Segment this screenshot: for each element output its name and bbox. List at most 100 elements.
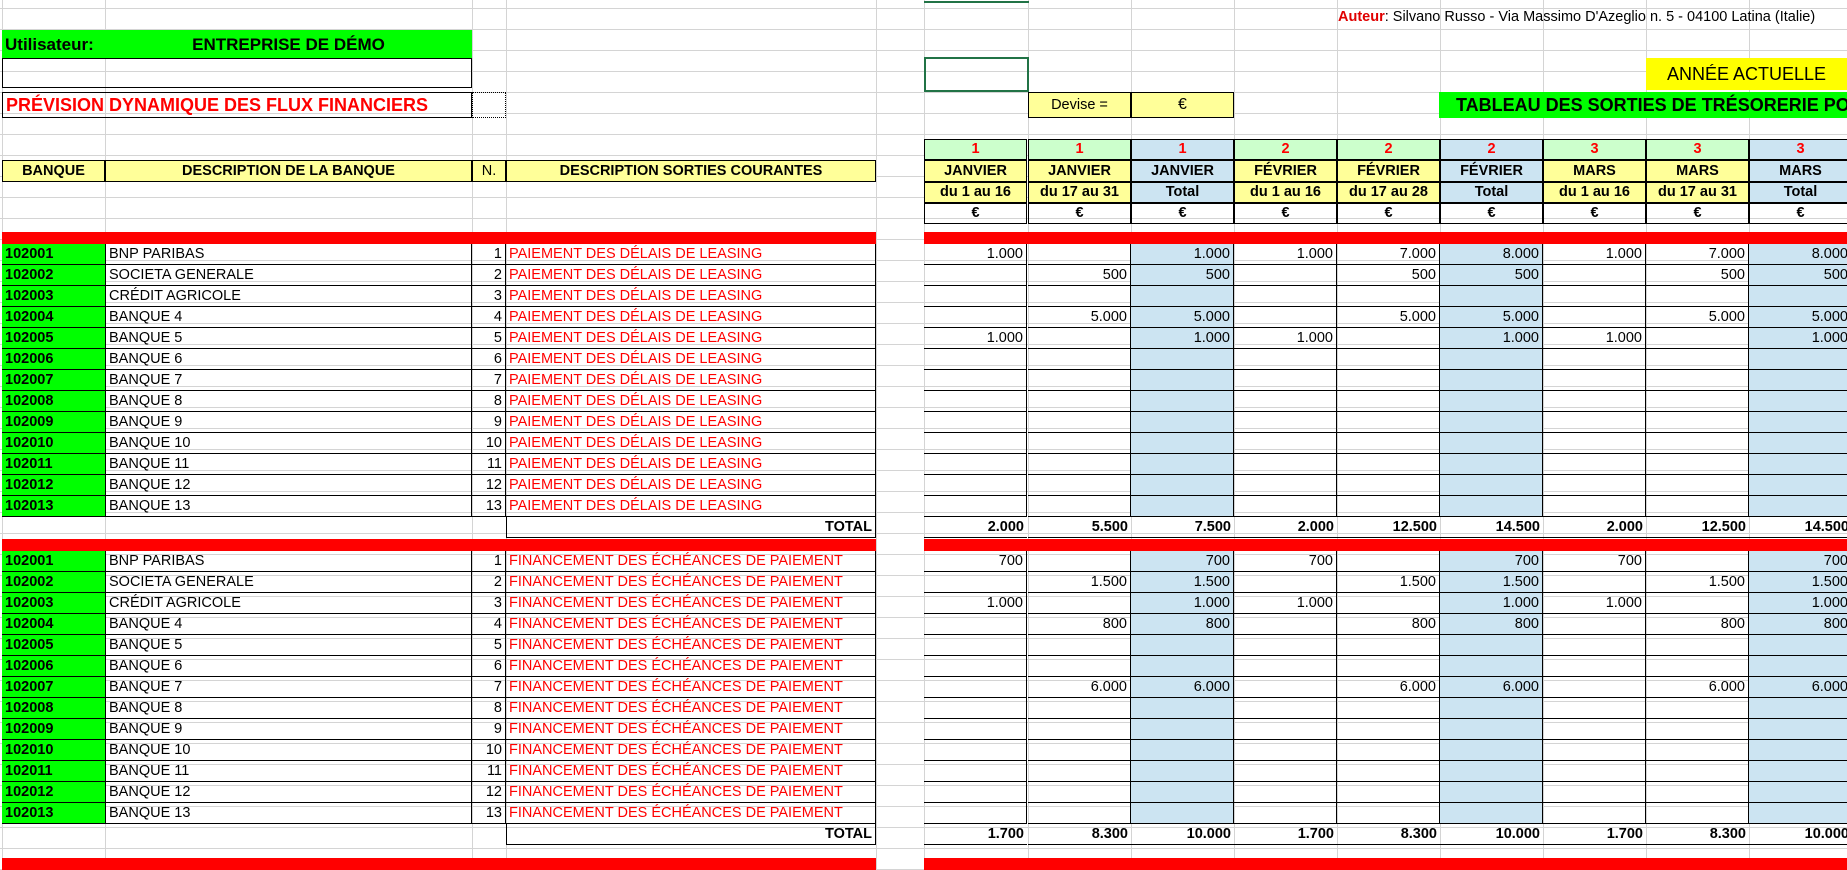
bank-code[interactable]: 102002 (2, 265, 105, 286)
bank-code[interactable]: 102013 (2, 803, 105, 824)
value-cell[interactable] (1440, 740, 1543, 761)
value-cell[interactable] (1543, 412, 1646, 433)
outflow-description[interactable]: FINANCEMENT DES ÉCHÉANCES DE PAIEMENT (506, 551, 876, 572)
outflow-description[interactable]: FINANCEMENT DES ÉCHÉANCES DE PAIEMENT (506, 572, 876, 593)
value-cell[interactable] (1440, 433, 1543, 454)
value-cell[interactable] (1337, 370, 1440, 391)
bank-name[interactable]: BANQUE 4 (105, 614, 472, 635)
value-cell[interactable]: 1.500 (1131, 572, 1234, 593)
value-cell[interactable]: 6.000 (1646, 677, 1749, 698)
section-total-value[interactable]: 14.500 (1749, 517, 1847, 538)
section-total-value[interactable]: 1.700 (1234, 824, 1337, 845)
value-cell[interactable] (924, 475, 1027, 496)
section-total-value[interactable]: 8.300 (1028, 824, 1131, 845)
row-number[interactable]: 11 (472, 454, 506, 475)
currency-symbol-cell[interactable]: € (1131, 92, 1234, 118)
value-cell[interactable] (924, 307, 1027, 328)
row-number[interactable]: 2 (472, 572, 506, 593)
company-name-cell[interactable]: ENTREPRISE DE DÉMO (105, 30, 472, 58)
value-cell[interactable] (1028, 475, 1131, 496)
value-cell[interactable] (1646, 551, 1749, 572)
bank-name[interactable]: CRÉDIT AGRICOLE (105, 286, 472, 307)
value-cell[interactable] (1543, 803, 1646, 824)
value-cell[interactable]: 1.000 (1131, 593, 1234, 614)
value-cell[interactable] (1543, 614, 1646, 635)
section-total-value[interactable]: 1.700 (1543, 824, 1646, 845)
row-number[interactable]: 4 (472, 614, 506, 635)
value-cell[interactable] (1337, 475, 1440, 496)
value-cell[interactable] (1749, 698, 1847, 719)
bank-name[interactable]: BANQUE 13 (105, 496, 472, 517)
section-total-value[interactable]: 14.500 (1440, 517, 1543, 538)
value-cell[interactable] (1749, 656, 1847, 677)
value-cell[interactable]: 1.500 (1337, 572, 1440, 593)
value-cell[interactable] (1440, 454, 1543, 475)
value-cell[interactable]: 5.000 (1749, 307, 1847, 328)
dotted-cell[interactable] (472, 92, 506, 118)
value-cell[interactable] (1749, 740, 1847, 761)
row-number[interactable]: 10 (472, 740, 506, 761)
bank-name[interactable]: BANQUE 11 (105, 761, 472, 782)
outflow-description[interactable]: PAIEMENT DES DÉLAIS DE LEASING (506, 496, 876, 517)
bank-code[interactable]: 102005 (2, 328, 105, 349)
outflow-description[interactable]: FINANCEMENT DES ÉCHÉANCES DE PAIEMENT (506, 677, 876, 698)
value-cell[interactable]: 1.000 (1749, 328, 1847, 349)
row-number[interactable]: 2 (472, 265, 506, 286)
bank-code[interactable]: 102004 (2, 307, 105, 328)
value-cell[interactable] (1749, 635, 1847, 656)
value-cell[interactable] (1749, 719, 1847, 740)
value-cell[interactable] (1543, 496, 1646, 517)
outflow-description[interactable]: FINANCEMENT DES ÉCHÉANCES DE PAIEMENT (506, 593, 876, 614)
value-cell[interactable] (1131, 656, 1234, 677)
value-cell[interactable] (1028, 719, 1131, 740)
value-cell[interactable]: 1.000 (1131, 328, 1234, 349)
outflow-description[interactable]: PAIEMENT DES DÉLAIS DE LEASING (506, 370, 876, 391)
bank-code[interactable]: 102013 (2, 496, 105, 517)
value-cell[interactable] (1543, 677, 1646, 698)
value-cell[interactable] (1440, 635, 1543, 656)
current-year-cell[interactable]: ANNÉE ACTUELLE (1646, 58, 1847, 90)
value-cell[interactable] (924, 433, 1027, 454)
section-total-value[interactable]: 2.000 (924, 517, 1027, 538)
value-cell[interactable] (1646, 656, 1749, 677)
value-cell[interactable] (1543, 719, 1646, 740)
bank-name[interactable]: BANQUE 12 (105, 475, 472, 496)
value-cell[interactable]: 700 (1234, 551, 1337, 572)
bank-code[interactable]: 102006 (2, 349, 105, 370)
value-cell[interactable] (1543, 286, 1646, 307)
row-number[interactable]: 3 (472, 286, 506, 307)
value-cell[interactable]: 1.000 (1234, 328, 1337, 349)
bank-name[interactable]: BANQUE 8 (105, 391, 472, 412)
value-cell[interactable]: 1.000 (924, 244, 1027, 265)
bank-code[interactable]: 102003 (2, 593, 105, 614)
value-cell[interactable] (1646, 475, 1749, 496)
value-cell[interactable]: 800 (1749, 614, 1847, 635)
value-cell[interactable] (1234, 286, 1337, 307)
value-cell[interactable]: 500 (1749, 265, 1847, 286)
table-title-cell[interactable]: TABLEAU DES SORTIES DE TRÉSORERIE PO (1439, 92, 1847, 118)
value-cell[interactable]: 6.000 (1131, 677, 1234, 698)
value-cell[interactable] (1234, 475, 1337, 496)
value-cell[interactable] (1440, 370, 1543, 391)
bank-name[interactable]: BANQUE 8 (105, 698, 472, 719)
value-cell[interactable]: 1.000 (1234, 244, 1337, 265)
value-cell[interactable] (1028, 635, 1131, 656)
value-cell[interactable] (924, 391, 1027, 412)
outflow-description[interactable]: PAIEMENT DES DÉLAIS DE LEASING (506, 454, 876, 475)
value-cell[interactable] (1234, 656, 1337, 677)
section-total-value[interactable]: 12.500 (1646, 517, 1749, 538)
value-cell[interactable] (1337, 719, 1440, 740)
value-cell[interactable] (1028, 349, 1131, 370)
value-cell[interactable] (1028, 433, 1131, 454)
bank-code[interactable]: 102010 (2, 433, 105, 454)
value-cell[interactable] (1028, 698, 1131, 719)
value-cell[interactable] (1646, 391, 1749, 412)
value-cell[interactable] (1749, 433, 1847, 454)
value-cell[interactable] (1543, 475, 1646, 496)
value-cell[interactable] (1028, 496, 1131, 517)
bank-name[interactable]: BNP PARIBAS (105, 244, 472, 265)
value-cell[interactable] (1337, 803, 1440, 824)
value-cell[interactable]: 700 (1749, 551, 1847, 572)
value-cell[interactable] (1646, 719, 1749, 740)
value-cell[interactable]: 1.000 (1440, 593, 1543, 614)
